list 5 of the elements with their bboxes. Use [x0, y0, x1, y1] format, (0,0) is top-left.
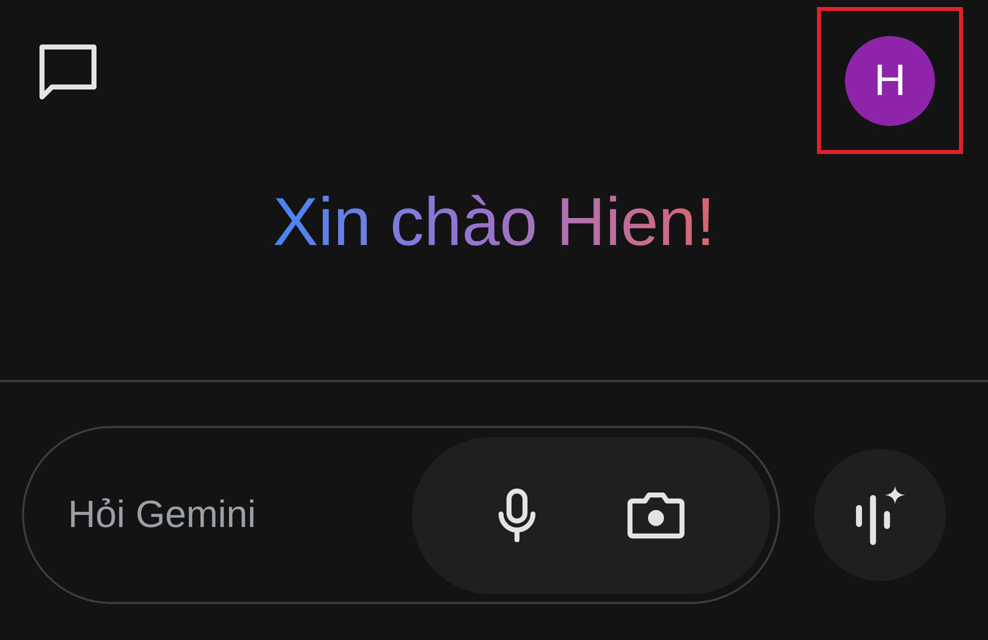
- chat-icon[interactable]: [38, 43, 98, 101]
- input-field[interactable]: Hỏi Gemini: [68, 486, 412, 544]
- camera-icon[interactable]: [627, 491, 685, 539]
- avatar-button[interactable]: H: [845, 36, 935, 126]
- microphone-icon[interactable]: [497, 488, 537, 542]
